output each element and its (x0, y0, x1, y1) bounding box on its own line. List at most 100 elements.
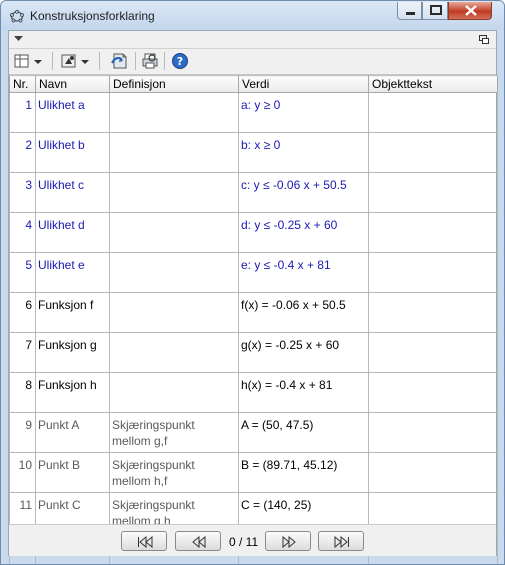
row-object-text[interactable] (368, 292, 498, 333)
column-header-definisjon[interactable]: Definisjon (109, 75, 239, 93)
table-row[interactable]: 7 Funksjon g g(x) = -0.25 x + 60 (9, 332, 498, 373)
column-header-nr[interactable]: Nr. (9, 75, 36, 93)
row-object-text[interactable] (368, 92, 498, 133)
toolbar: ? (9, 49, 496, 75)
protocol-table: Nr. Navn Definisjon Verdi Objekttekst 1U… (9, 75, 498, 564)
title-bar: Konstruksjonsforklaring (1, 1, 504, 30)
step-counter: 0 / 11 (229, 535, 259, 549)
row-value[interactable]: h(x) = -0.4 x + 81 (238, 372, 369, 413)
row-name[interactable]: Funksjon g (35, 332, 110, 373)
row-name[interactable]: Ulikhet d (35, 212, 110, 253)
table-row[interactable]: 9 Punkt A Skjæringspunkt mellom g,f A = (50… (9, 412, 498, 453)
row-name[interactable]: Funksjon f (35, 292, 110, 333)
row-value[interactable]: d: y ≤ -0.25 x + 60 (238, 212, 369, 253)
first-step-button[interactable] (121, 531, 167, 551)
row-nr[interactable]: 10 (9, 452, 36, 493)
next-step-icon (282, 536, 296, 548)
row-definition[interactable] (109, 132, 239, 173)
collapse-arrow-icon[interactable] (14, 36, 23, 42)
row-object-text[interactable] (368, 252, 498, 293)
toolbar-separator (52, 52, 53, 70)
column-header-objekttekst[interactable]: Objekttekst (368, 75, 498, 93)
row-nr[interactable]: 5 (9, 252, 36, 293)
toolbar-separator (99, 52, 100, 70)
row-definition[interactable] (109, 332, 239, 373)
table-row[interactable]: 8 Funksjon h h(x) = -0.4 x + 81 (9, 372, 498, 413)
row-nr[interactable]: 6 (9, 292, 36, 333)
row-definition[interactable] (109, 292, 239, 333)
breakpoint-icon[interactable] (61, 51, 77, 71)
table-row[interactable]: 4 Ulikhet d d: y ≤ -0.25 x + 60 (9, 212, 498, 253)
geogebra-icon (10, 9, 24, 23)
last-step-button[interactable] (318, 531, 364, 551)
row-nr[interactable]: 3 (9, 172, 36, 213)
row-name[interactable]: Funksjon h (35, 372, 110, 413)
previous-step-button[interactable] (175, 531, 221, 551)
row-nr[interactable]: 9 (9, 412, 36, 453)
maximize-button[interactable] (422, 2, 448, 20)
close-icon (465, 5, 477, 16)
row-object-text[interactable] (368, 412, 498, 453)
row-value[interactable]: B = (89.71, 45.12) (238, 452, 369, 493)
last-step-icon (334, 536, 349, 548)
row-object-text[interactable] (368, 132, 498, 173)
first-step-icon (138, 536, 153, 548)
row-name[interactable]: Punkt B (35, 452, 110, 493)
row-name[interactable]: Ulikhet b (35, 132, 110, 173)
table-row[interactable]: 2 Ulikhet b b: x ≥ 0 (9, 132, 498, 173)
help-icon[interactable]: ? (171, 51, 189, 71)
panel-header-strip (9, 31, 496, 49)
row-object-text[interactable] (368, 332, 498, 373)
row-definition[interactable] (109, 92, 239, 133)
table-row[interactable]: 5 Ulikhet e e: y ≤ -0.4 x + 81 (9, 252, 498, 293)
print-preview-icon[interactable] (141, 51, 159, 71)
row-object-text[interactable] (368, 172, 498, 213)
construction-protocol-panel: ? Nr. Navn Definisjon Verdi Objekttekst … (8, 30, 498, 564)
row-value[interactable]: e: y ≤ -0.4 x + 81 (238, 252, 369, 293)
row-value[interactable]: c: y ≤ -0.06 x + 50.5 (238, 172, 369, 213)
dropdown-arrow-icon[interactable] (33, 51, 43, 71)
row-nr[interactable]: 8 (9, 372, 36, 413)
previous-step-icon (192, 536, 206, 548)
row-name[interactable]: Punkt A (35, 412, 110, 453)
row-definition[interactable]: Skjæringspunkt mellom h,f (109, 452, 239, 493)
row-nr[interactable]: 4 (9, 212, 36, 253)
table-row[interactable]: 3 Ulikhet c c: y ≤ -0.06 x + 50.5 (9, 172, 498, 213)
row-value[interactable]: f(x) = -0.06 x + 50.5 (238, 292, 369, 333)
row-definition[interactable] (109, 172, 239, 213)
row-definition[interactable] (109, 212, 239, 253)
maximize-icon (430, 5, 442, 15)
close-button[interactable] (448, 2, 492, 20)
row-nr[interactable]: 2 (9, 132, 36, 173)
dropdown-arrow-icon[interactable] (80, 51, 90, 71)
row-object-text[interactable] (368, 212, 498, 253)
columns-icon[interactable] (14, 51, 30, 71)
row-object-text[interactable] (368, 372, 498, 413)
row-definition[interactable]: Skjæringspunkt mellom g,f (109, 412, 239, 453)
row-name[interactable]: Ulikhet e (35, 252, 110, 293)
table-row[interactable]: 6 Funksjon f f(x) = -0.06 x + 50.5 (9, 292, 498, 333)
dock-icon[interactable] (479, 35, 489, 44)
row-nr[interactable]: 7 (9, 332, 36, 373)
app-window: Konstruksjonsforklaring ? Nr. Navn Defin… (0, 0, 505, 565)
column-header-verdi[interactable]: Verdi (238, 75, 369, 93)
minimize-button[interactable] (397, 2, 422, 20)
row-name[interactable]: Ulikhet c (35, 172, 110, 213)
table-header: Nr. Navn Definisjon Verdi Objekttekst (9, 75, 498, 93)
table-row[interactable]: 10 Punkt B Skjæringspunkt mellom h,f B = (8… (9, 452, 498, 493)
row-value[interactable]: b: x ≥ 0 (238, 132, 369, 173)
row-value[interactable]: A = (50, 47.5) (238, 412, 369, 453)
next-step-button[interactable] (265, 531, 311, 551)
row-object-text[interactable] (368, 452, 498, 493)
minimize-icon (406, 12, 415, 15)
row-definition[interactable] (109, 252, 239, 293)
column-header-navn[interactable]: Navn (35, 75, 110, 93)
row-definition[interactable] (109, 372, 239, 413)
row-nr[interactable]: 1 (9, 92, 36, 133)
row-value[interactable]: g(x) = -0.25 x + 60 (238, 332, 369, 373)
row-value[interactable]: a: y ≥ 0 (238, 92, 369, 133)
export-icon[interactable] (110, 51, 128, 71)
table-row[interactable]: 1 Ulikhet a a: y ≥ 0 (9, 92, 498, 133)
row-name[interactable]: Ulikhet a (35, 92, 110, 133)
toolbar-separator (135, 52, 136, 70)
